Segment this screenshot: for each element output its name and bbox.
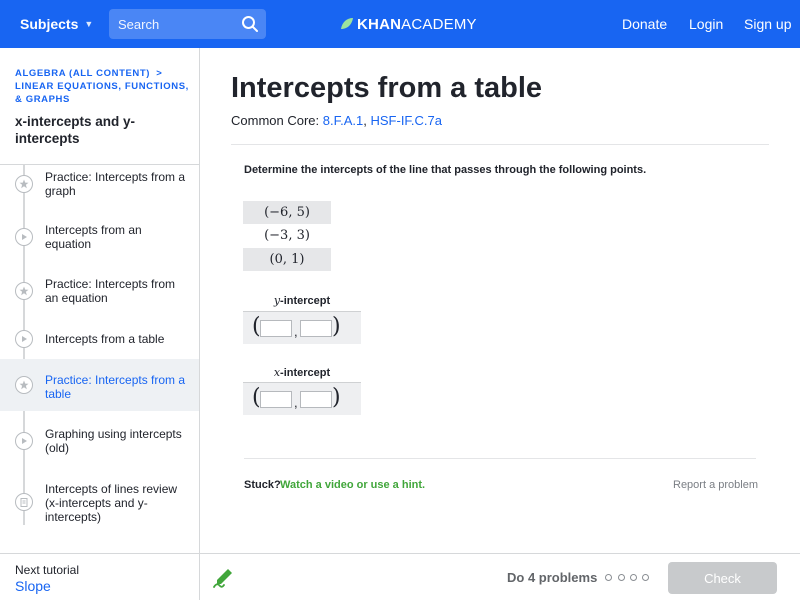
y-intercept-y-input[interactable]: [300, 320, 332, 337]
next-tutorial-label: Next tutorial: [15, 563, 80, 577]
chevron-right-icon: >: [156, 68, 163, 79]
play-icon: [15, 228, 33, 246]
sidebar-item-label: Intercepts of lines review (x-intercepts…: [45, 482, 178, 524]
problem-prompt: Determine the intercepts of the line tha…: [244, 164, 647, 176]
progress-dot: [642, 574, 649, 581]
logo-text-light: ACADEMY: [401, 15, 477, 33]
tutorial-title: x-intercepts and y-intercepts: [15, 114, 136, 146]
breadcrumb-algebra[interactable]: Algebra (all content): [15, 68, 150, 79]
hint-link[interactable]: Watch a video or use a hint.: [280, 479, 425, 491]
y-intercept-label: y-intercept: [243, 294, 361, 307]
check-button[interactable]: Check: [668, 562, 777, 594]
sidebar-item-label: Intercepts from an equation: [45, 223, 142, 251]
scratchpad-pencil-icon[interactable]: [213, 566, 235, 588]
subjects-menu-button[interactable]: Subjects ▼: [20, 0, 93, 48]
content-divider: [231, 144, 769, 145]
report-problem-link[interactable]: Report a problem: [673, 479, 758, 491]
next-tutorial-link[interactable]: Slope: [15, 578, 51, 594]
progress-dot: [630, 574, 637, 581]
y-intercept-x-input[interactable]: [260, 320, 292, 337]
x-intercept-text: -intercept: [280, 367, 331, 379]
standard-link-hsf-if-c-7a[interactable]: HSF-IF.C.7a: [370, 113, 442, 128]
table-row: (0, 1): [243, 248, 331, 271]
stuck-label: Stuck?: [244, 479, 281, 491]
sidebar-item-label: Practice: Intercepts from a table: [45, 373, 186, 401]
breadcrumb: Algebra (all content) > Linear equations…: [15, 67, 195, 106]
x-intercept-y-input[interactable]: [300, 391, 332, 408]
next-tutorial: Next tutorial Slope: [0, 553, 199, 600]
hint-divider: [244, 458, 756, 459]
comma: ,: [294, 395, 298, 410]
y-intercept-text: -intercept: [280, 295, 331, 307]
play-icon: [15, 330, 33, 348]
login-link[interactable]: Login: [689, 0, 723, 48]
star-icon: [15, 282, 33, 300]
leaf-logo-icon: [341, 18, 353, 29]
sidebar-item-label: Practice: Intercepts from a graph: [45, 170, 186, 198]
sidebar-item-video-graphing[interactable]: Graphing using intercepts (old): [0, 421, 199, 466]
standards-separator: ,: [363, 113, 367, 128]
sidebar-item-label: Intercepts from a table: [45, 332, 165, 346]
sidebar-item-article-review[interactable]: Intercepts of lines review (x-intercepts…: [0, 475, 199, 527]
sidebar-item-video-equation[interactable]: Intercepts from an equation: [0, 215, 199, 260]
signup-link[interactable]: Sign up: [744, 0, 791, 48]
article-icon: [15, 493, 33, 511]
star-icon: [15, 376, 33, 394]
close-paren: ): [332, 314, 341, 339]
sidebar-item-practice-equation[interactable]: Practice: Intercepts from an equation: [0, 270, 199, 315]
sidebar-item-practice-graph[interactable]: Practice: Intercepts from a graph: [0, 165, 199, 210]
tutorial-sidebar: Algebra (all content) > Linear equations…: [0, 48, 200, 600]
khan-academy-logo[interactable]: KHAN ACADEMY: [340, 0, 477, 48]
x-intercept-answer: ( , ): [243, 382, 361, 415]
play-icon: [15, 432, 33, 450]
problem-count: Do 4 problems: [507, 570, 598, 585]
subjects-label: Subjects: [20, 16, 79, 32]
page-title: Intercepts from a table: [231, 72, 543, 104]
y-intercept-answer: ( , ): [243, 311, 361, 344]
chevron-down-icon: ▼: [84, 19, 94, 29]
comma: ,: [294, 324, 298, 339]
sidebar-item-practice-table[interactable]: Practice: Intercepts from a table: [0, 359, 199, 411]
star-icon: [15, 175, 33, 193]
table-row: (−3, 3): [264, 228, 310, 243]
x-intercept-label: x-intercept: [243, 366, 361, 379]
progress-dot: [605, 574, 612, 581]
sidebar-item-label: Practice: Intercepts from an equation: [45, 277, 176, 305]
search-icon[interactable]: [241, 15, 259, 33]
common-core-standards: Common Core: 8.F.A.1, HSF-IF.C.7a: [231, 113, 442, 128]
donate-link[interactable]: Donate: [622, 0, 667, 48]
progress-dot: [618, 574, 625, 581]
sidebar-item-video-table[interactable]: Intercepts from a table: [0, 323, 199, 356]
exercise-footer: Do 4 problems Check: [200, 553, 800, 600]
close-paren: ): [332, 385, 341, 410]
sidebar-item-label: Graphing using intercepts (old): [45, 427, 182, 455]
search-input[interactable]: [109, 9, 234, 39]
search-box: [109, 9, 266, 39]
table-row: (−6, 5): [243, 201, 331, 224]
common-core-label: Common Core:: [231, 113, 320, 128]
x-intercept-x-input[interactable]: [260, 391, 292, 408]
top-nav-bar: Subjects ▼ KHANACADEMY Donate Login Sign…: [0, 0, 800, 48]
breadcrumb-linear-equations[interactable]: Linear equations, functions, & graphs: [15, 81, 189, 105]
logo-text-bold: KHAN: [357, 15, 402, 33]
standard-link-8-f-a-1[interactable]: 8.F.A.1: [323, 113, 363, 128]
